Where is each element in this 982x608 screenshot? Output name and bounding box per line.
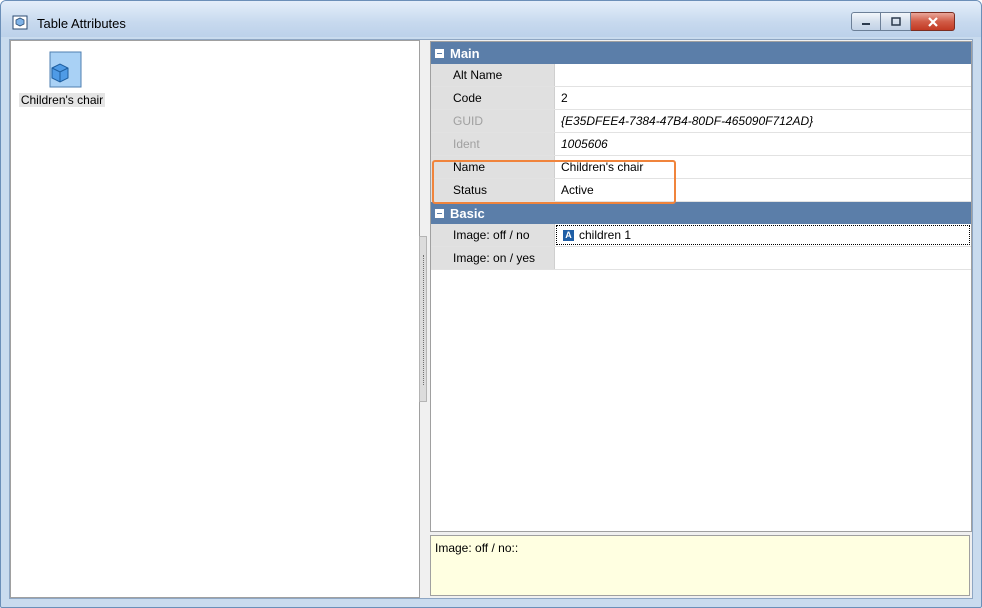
splitter-bar[interactable]: [419, 236, 427, 402]
property-name: Image: on / yes: [431, 247, 555, 269]
image-value-icon: A: [563, 229, 574, 241]
property-value-text: children 1: [579, 228, 632, 242]
category-main[interactable]: Main: [431, 42, 971, 64]
category-basic[interactable]: Basic: [431, 202, 971, 224]
close-icon: [927, 16, 938, 27]
property-grid[interactable]: Main Alt Name Code 2 GUID {E35DFEE4-7384…: [430, 41, 972, 532]
property-value: 1005606: [561, 137, 608, 151]
property-row[interactable]: GUID {E35DFEE4-7384-47B4-80DF-465090F712…: [431, 110, 971, 133]
property-row[interactable]: Alt Name: [431, 64, 971, 87]
property-value[interactable]: [555, 247, 971, 269]
property-value[interactable]: 2: [555, 87, 971, 109]
property-row[interactable]: Ident 1005606: [431, 133, 971, 156]
property-value[interactable]: [555, 64, 971, 86]
property-value: {E35DFEE4-7384-47B4-80DF-465090F712AD}: [561, 114, 814, 128]
splitter-grip: [423, 255, 426, 385]
property-name: Ident: [431, 133, 555, 155]
property-name: Alt Name: [431, 64, 555, 86]
property-row[interactable]: Image: on / yes: [431, 247, 971, 270]
property-row[interactable]: Code 2: [431, 87, 971, 110]
property-row[interactable]: Image: off / no A children 1: [431, 224, 971, 247]
pane-splitter[interactable]: [419, 236, 427, 402]
table-attributes-window: Table Attributes Children's chair Main A…: [0, 0, 982, 608]
list-item[interactable]: Children's chair: [13, 51, 111, 107]
description-text: Image: off / no::: [435, 541, 519, 555]
client-area: Children's chair Main Alt Name Code 2 GU…: [9, 39, 973, 599]
item-list-pane[interactable]: Children's chair: [10, 40, 420, 598]
description-panel: Image: off / no::: [430, 535, 970, 596]
property-value[interactable]: A children 1: [556, 225, 970, 245]
category-title: Main: [450, 45, 480, 61]
category-title: Basic: [450, 205, 485, 221]
list-item-label: Children's chair: [18, 93, 106, 107]
property-name: GUID: [431, 110, 555, 132]
collapse-icon[interactable]: [435, 48, 444, 58]
close-button[interactable]: [911, 12, 955, 31]
restore-icon: [890, 17, 901, 26]
window-title: Table Attributes: [37, 16, 126, 31]
property-name: Code: [431, 87, 555, 109]
collapse-icon[interactable]: [435, 208, 444, 218]
property-name: Image: off / no: [431, 224, 555, 246]
title-bar[interactable]: Table Attributes: [1, 1, 981, 37]
cube-icon: [49, 51, 82, 88]
minimize-button[interactable]: [851, 12, 881, 31]
highlight-box: [432, 160, 676, 204]
table-attributes-icon: [12, 15, 28, 30]
minimize-icon: [862, 22, 870, 25]
restore-button[interactable]: [881, 12, 911, 31]
